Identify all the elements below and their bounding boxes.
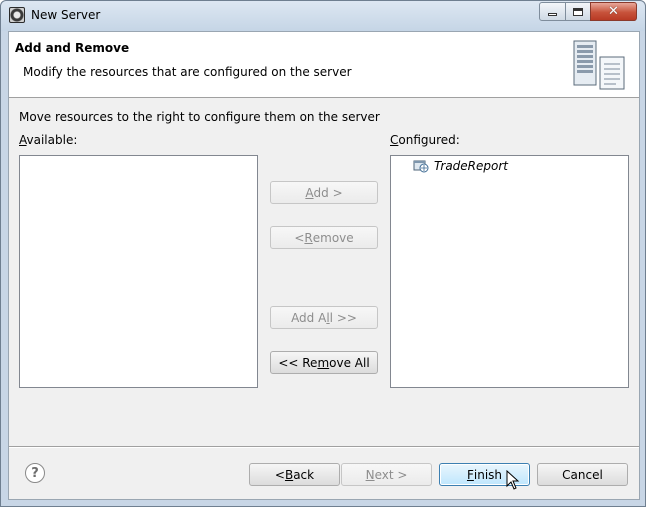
window-title: New Server [31, 8, 101, 22]
background-window-ghost [191, 4, 531, 28]
page-title: Add and Remove [15, 41, 130, 55]
new-server-dialog: New Server ✕ Add and Remove Modify the r… [0, 0, 646, 507]
minimize-icon [548, 13, 557, 16]
server-icon [573, 40, 625, 90]
maximize-icon [573, 7, 583, 16]
close-button[interactable]: ✕ [590, 2, 637, 21]
maximize-button[interactable] [565, 2, 591, 21]
configured-list[interactable]: TradeReport [390, 155, 629, 388]
add-button[interactable]: Add > [270, 181, 378, 204]
help-icon[interactable]: ? [25, 463, 45, 483]
footer-separator [9, 446, 639, 448]
close-icon: ✕ [608, 4, 619, 19]
cancel-button[interactable]: Cancel [537, 463, 628, 486]
next-button[interactable]: Next > [341, 463, 432, 486]
available-list[interactable] [19, 155, 258, 388]
dialog-client-area: Add and Remove Modify the resources that… [8, 31, 640, 500]
mouse-cursor-icon [506, 470, 520, 490]
wizard-banner: Add and Remove Modify the resources that… [9, 32, 639, 98]
configured-label: Configured: [390, 133, 460, 147]
web-project-icon [413, 160, 429, 173]
eclipse-app-icon [9, 7, 25, 23]
tree-item-label: TradeReport [434, 159, 509, 173]
title-bar[interactable]: New Server ✕ [1, 1, 645, 31]
page-description: Modify the resources that are configured… [23, 65, 352, 79]
instruction-text: Move resources to the right to configure… [19, 110, 380, 124]
back-button[interactable]: < Back [249, 463, 340, 486]
minimize-button[interactable] [539, 2, 566, 21]
remove-all-button[interactable]: << Re m ove All [270, 351, 378, 374]
configured-item-tradereport[interactable]: TradeReport [413, 159, 508, 173]
add-all-button[interactable]: Add All >> [270, 306, 378, 329]
available-label: Available: [19, 133, 78, 147]
remove-button[interactable]: < Remove [270, 226, 378, 249]
